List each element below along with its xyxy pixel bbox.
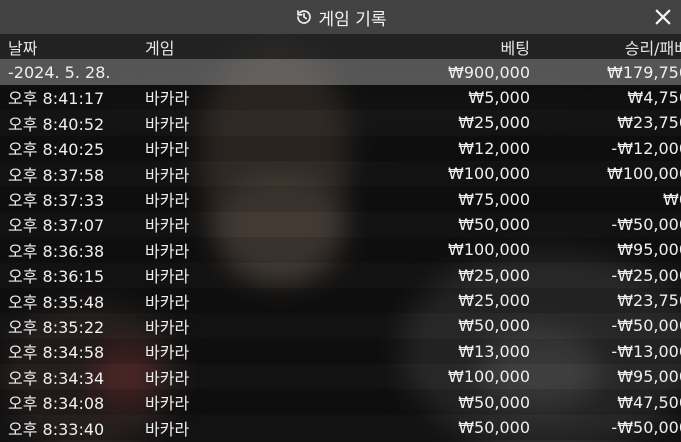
row-win-loss: -₩12,000	[611, 138, 681, 158]
row-game: 바카라	[145, 368, 190, 388]
row-bet: ₩50,000	[458, 392, 530, 412]
row-win-loss: -₩25,000	[611, 265, 681, 285]
row-win-loss: -₩50,000	[611, 214, 681, 234]
table-row[interactable]: 오후 8:37:33 바카라 ₩75,000 ₩0	[0, 186, 681, 212]
row-game: 바카라	[145, 165, 190, 185]
table-row[interactable]: 오후 8:35:22 바카라 ₩50,000 -₩50,000	[0, 313, 681, 339]
summary-win-loss: ₩179,750	[607, 62, 681, 82]
row-bet: ₩50,000	[458, 316, 530, 336]
table-row[interactable]: 오후 8:41:17 바카라 ₩5,000 ₩4,750	[0, 84, 681, 111]
row-game: 바카라	[145, 140, 190, 160]
row-win-loss: -₩13,000	[611, 341, 681, 361]
table-row[interactable]: 오후 8:40:52 바카라 ₩25,000 ₩23,750	[0, 110, 681, 136]
row-win-loss: ₩47,500	[617, 392, 681, 412]
row-win-loss: -₩50,000	[611, 316, 681, 336]
row-bet: ₩50,000	[458, 214, 530, 234]
row-bet: ₩100,000	[448, 367, 530, 387]
table-row[interactable]: 오후 8:37:07 바카라 ₩50,000 -₩50,000	[0, 211, 681, 238]
row-win-loss: ₩23,750	[617, 291, 681, 311]
history-icon	[295, 8, 313, 26]
column-header-bet[interactable]: 베팅	[325, 34, 530, 59]
row-time: 오후 8:40:52	[8, 114, 105, 134]
table-row[interactable]: 오후 8:34:58 바카라 ₩13,000 -₩13,000	[0, 338, 681, 365]
game-history-panel: 게임 기록 날짜 게임 베팅 승리/패배 -2024. 5. 28. ₩900,…	[0, 0, 681, 442]
table-row[interactable]: 오후 8:34:08 바카라 ₩50,000 ₩47,500	[0, 389, 681, 415]
table-row[interactable]: 오후 8:36:15 바카라 ₩25,000 -₩25,000	[0, 262, 681, 288]
row-game: 바카라	[145, 394, 190, 414]
row-bet: ₩25,000	[458, 265, 530, 285]
close-icon	[655, 9, 671, 25]
column-header-date[interactable]: 날짜	[0, 34, 145, 59]
row-bet: ₩5,000	[468, 87, 530, 107]
row-time: 오후 8:34:08	[8, 394, 105, 414]
row-win-loss: ₩95,000	[617, 367, 681, 387]
header-title-group: 게임 기록	[0, 0, 681, 34]
row-time: 오후 8:37:58	[8, 165, 105, 185]
row-bet: ₩75,000	[458, 189, 530, 209]
row-win-loss: ₩0	[663, 189, 681, 209]
row-win-loss: ₩95,000	[617, 240, 681, 260]
row-time: 오후 8:37:33	[8, 191, 105, 211]
table-row[interactable]: 오후 8:33:40 바카라 ₩50,000 -₩50,000	[0, 414, 681, 441]
summary-game	[145, 59, 325, 84]
row-bet: ₩25,000	[458, 113, 530, 133]
row-game: 바카라	[145, 292, 190, 312]
column-header-win-loss[interactable]: 승리/패배	[530, 34, 681, 59]
table-row[interactable]: 오후 8:34:34 바카라 ₩100,000 ₩95,000	[0, 364, 681, 390]
row-win-loss: ₩23,750	[617, 113, 681, 133]
row-bet: ₩50,000	[458, 418, 530, 438]
row-bet: ₩25,000	[458, 291, 530, 311]
row-win-loss: ₩100,000	[607, 164, 681, 184]
page-title: 게임 기록	[318, 9, 387, 30]
row-win-loss: -₩50,000	[611, 418, 681, 438]
row-time: 오후 8:34:34	[8, 368, 105, 388]
row-game: 바카라	[145, 317, 190, 337]
table-row[interactable]: 오후 8:35:48 바카라 ₩25,000 ₩23,750	[0, 287, 681, 314]
row-game: 바카라	[145, 267, 190, 287]
row-time: 오후 8:36:15	[8, 267, 105, 287]
summary-bet: ₩900,000	[448, 62, 530, 82]
summary-date: -2024. 5. 28.	[8, 62, 111, 82]
row-bet: ₩13,000	[458, 341, 530, 361]
row-time: 오후 8:40:25	[8, 140, 105, 160]
row-time: 오후 8:36:38	[8, 241, 105, 261]
row-game: 바카라	[145, 114, 190, 134]
row-bet: ₩100,000	[448, 164, 530, 184]
history-table: 날짜 게임 베팅 승리/패배 -2024. 5. 28. ₩900,000 ₩1…	[0, 34, 681, 441]
row-time: 오후 8:35:22	[8, 317, 105, 337]
row-time: 오후 8:33:40	[8, 419, 105, 439]
table-row[interactable]: 오후 8:40:25 바카라 ₩12,000 -₩12,000	[0, 135, 681, 161]
row-time: 오후 8:41:17	[8, 89, 105, 109]
row-time: 오후 8:35:48	[8, 292, 105, 312]
row-game: 바카라	[145, 241, 190, 261]
row-win-loss: ₩4,750	[627, 87, 681, 107]
column-header-game[interactable]: 게임	[145, 34, 325, 59]
row-game: 바카라	[145, 216, 190, 236]
table-row[interactable]: 오후 8:37:58 바카라 ₩100,000 ₩100,000	[0, 160, 681, 187]
row-time: 오후 8:34:58	[8, 343, 105, 363]
date-summary-row[interactable]: -2024. 5. 28. ₩900,000 ₩179,750	[0, 59, 681, 85]
row-bet: ₩12,000	[458, 138, 530, 158]
row-time: 오후 8:37:07	[8, 216, 105, 236]
row-game: 바카라	[145, 191, 190, 211]
table-row[interactable]: 오후 8:36:38 바카라 ₩100,000 ₩95,000	[0, 237, 681, 263]
row-game: 바카라	[145, 89, 190, 109]
row-game: 바카라	[145, 419, 190, 439]
panel-header: 게임 기록	[0, 0, 681, 34]
row-game: 바카라	[145, 343, 190, 363]
table-header-row: 날짜 게임 베팅 승리/패배	[0, 34, 681, 60]
row-bet: ₩100,000	[448, 240, 530, 260]
close-button[interactable]	[651, 5, 675, 29]
